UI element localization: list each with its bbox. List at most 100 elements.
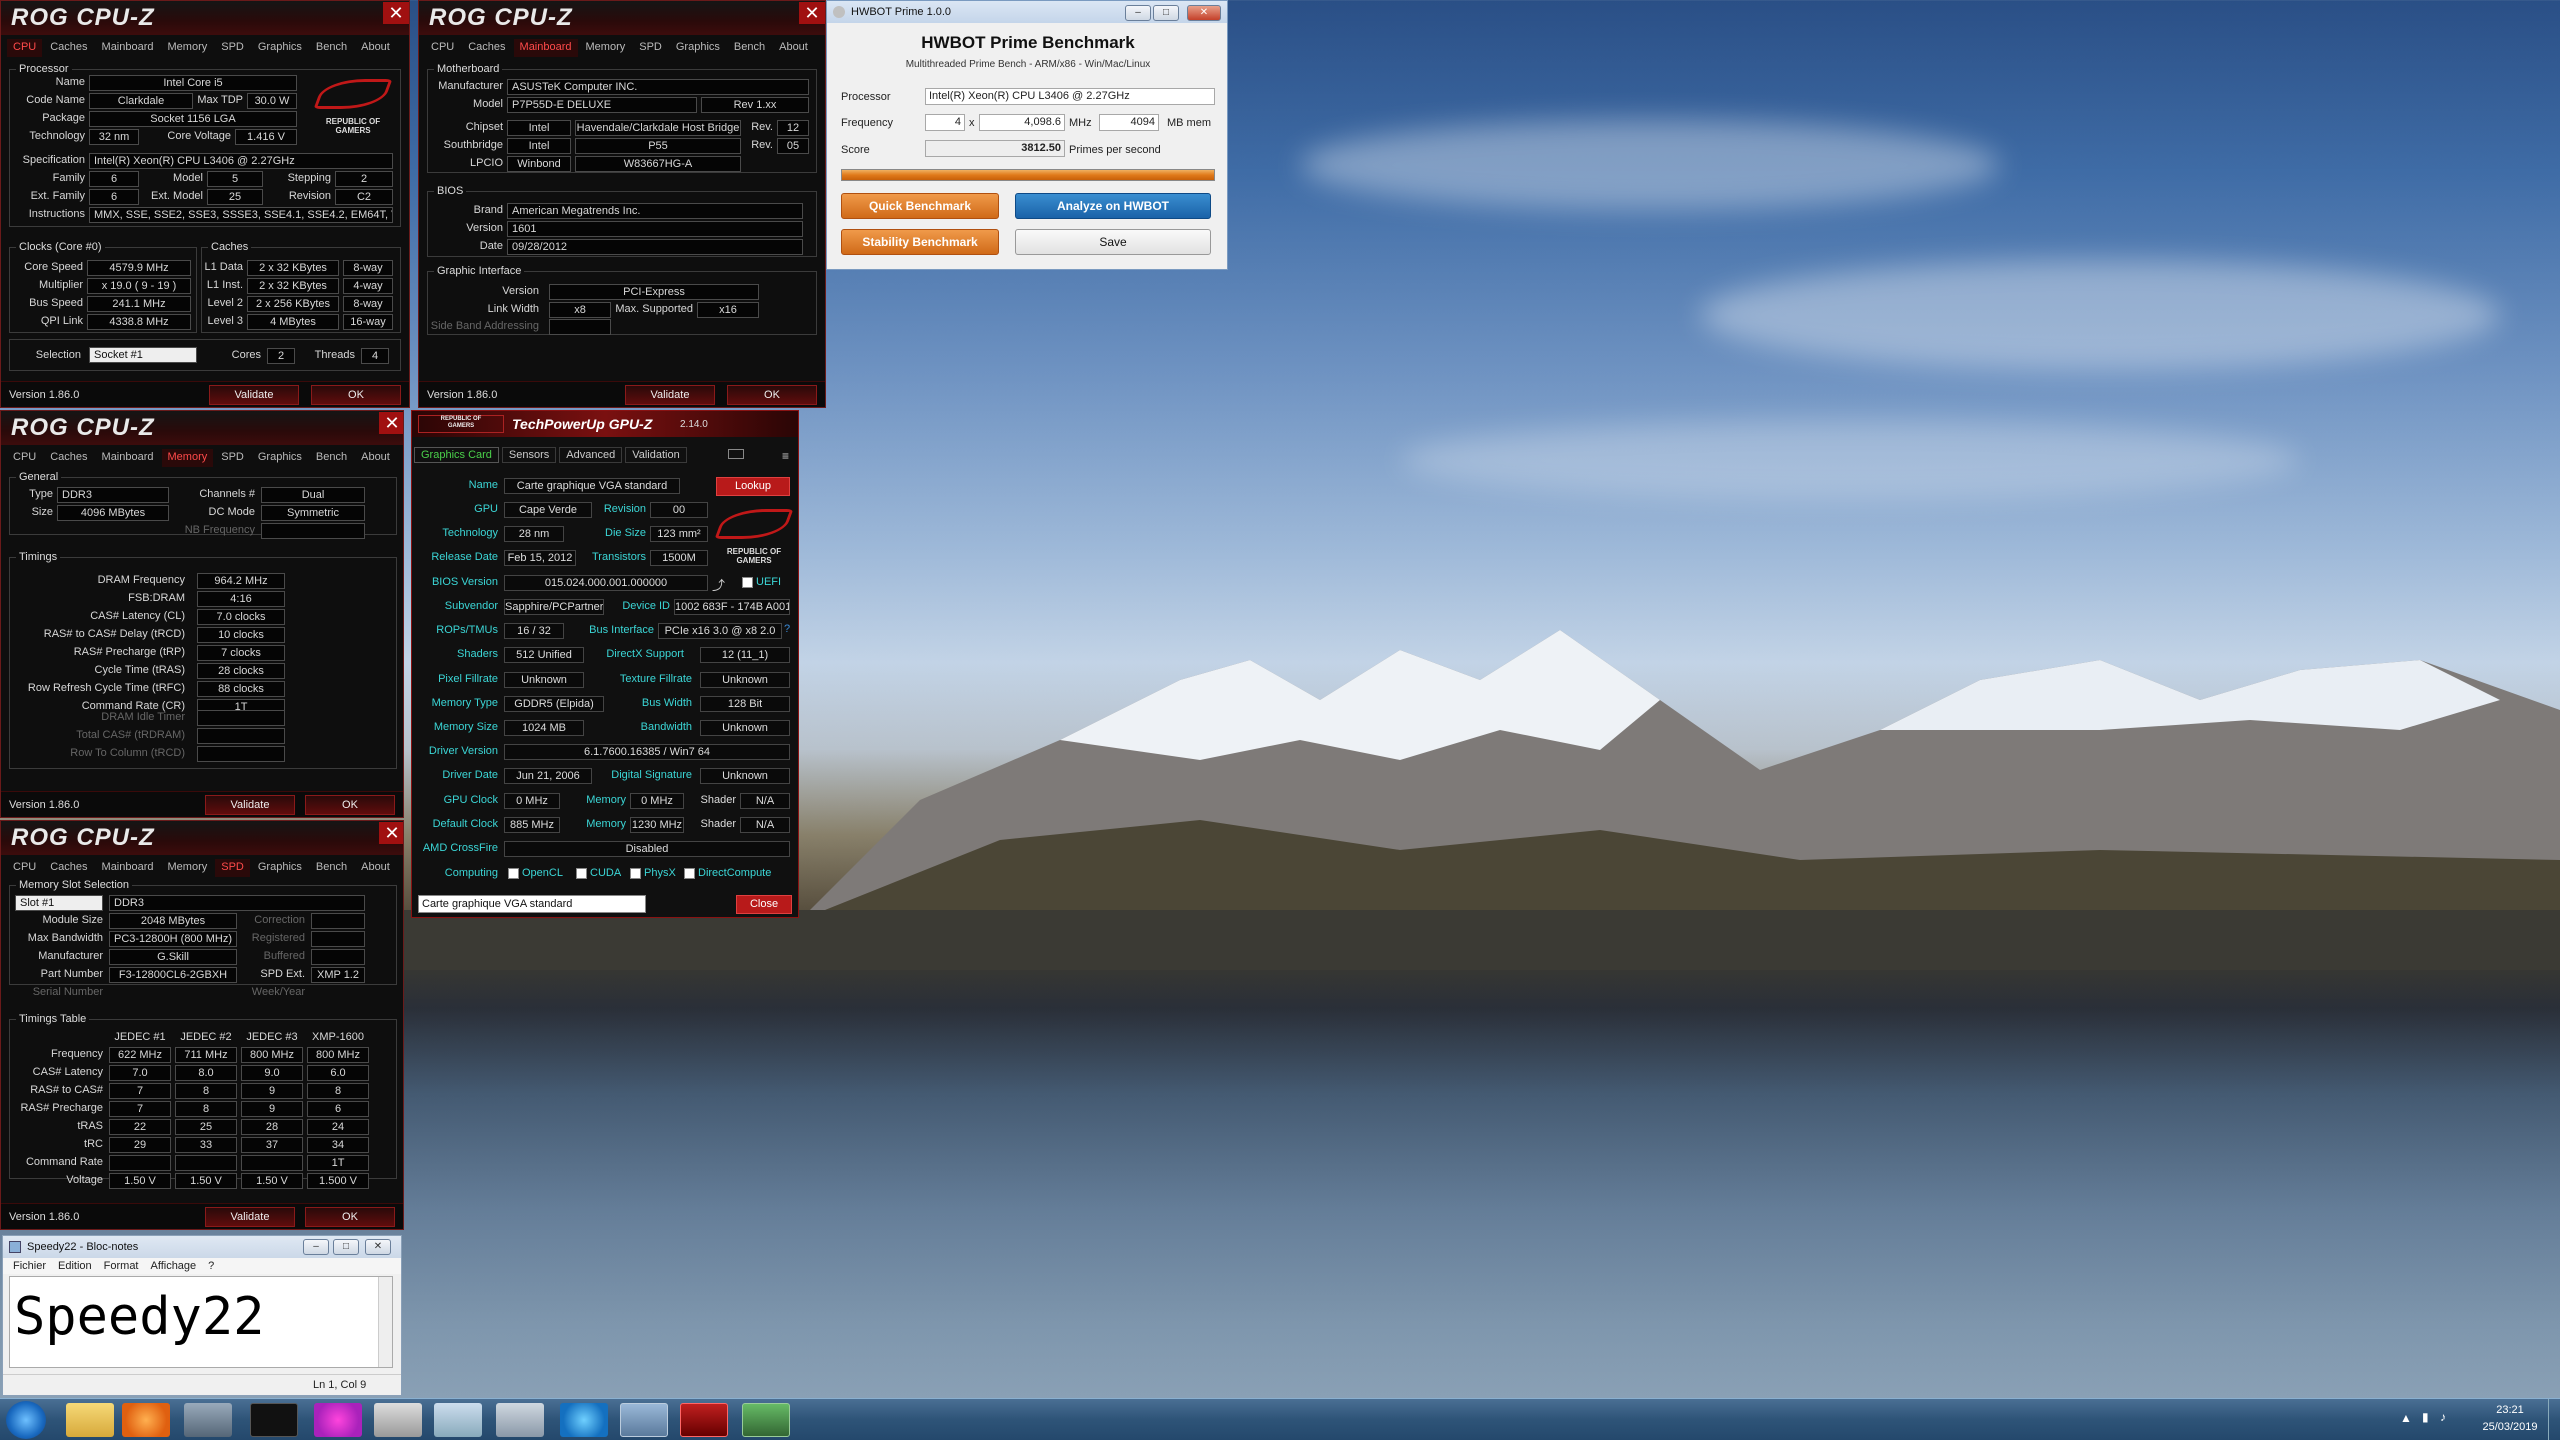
tab-bench[interactable]: Bench bbox=[728, 39, 771, 57]
tab-bench[interactable]: Bench bbox=[310, 859, 353, 877]
internet-explorer-icon[interactable] bbox=[560, 1403, 608, 1437]
tab-graphics[interactable]: Graphics bbox=[252, 859, 308, 877]
network-icon[interactable]: ▮ bbox=[2422, 1410, 2429, 1424]
cpuz-taskbar-icon[interactable] bbox=[680, 1403, 728, 1437]
close-button[interactable]: ✕ bbox=[379, 822, 403, 844]
tab-memory[interactable]: Memory bbox=[162, 859, 214, 877]
directcompute-checkbox[interactable]: DirectCompute bbox=[684, 867, 771, 879]
clock-time[interactable]: 23:21 bbox=[2480, 1404, 2540, 1416]
tab-bench[interactable]: Bench bbox=[310, 449, 353, 467]
device-manager-icon[interactable] bbox=[184, 1403, 232, 1437]
save-button[interactable]: Save bbox=[1015, 229, 1211, 255]
cpuz-window-memory[interactable]: ROG CPU-Z ✕ CPU Caches Mainboard Memory … bbox=[0, 410, 404, 818]
tab-advanced[interactable]: Advanced bbox=[559, 447, 623, 463]
start-button[interactable] bbox=[6, 1401, 46, 1439]
close-button[interactable]: ✕ bbox=[383, 2, 409, 24]
tab-memory[interactable]: Memory bbox=[580, 39, 632, 57]
tab-about[interactable]: About bbox=[355, 449, 396, 467]
tab-cpu[interactable]: CPU bbox=[7, 39, 43, 57]
media-player-icon[interactable] bbox=[122, 1403, 170, 1437]
menu-icon[interactable]: ≡ bbox=[782, 449, 789, 463]
clock-date[interactable]: 25/03/2019 bbox=[2474, 1421, 2546, 1433]
tab-bench[interactable]: Bench bbox=[310, 39, 353, 57]
socket-select[interactable]: Socket #1 bbox=[89, 347, 197, 363]
tab-validation[interactable]: Validation bbox=[625, 447, 687, 463]
explorer-icon[interactable] bbox=[66, 1403, 114, 1437]
ok-button[interactable]: OK bbox=[305, 1207, 395, 1227]
tab-memory[interactable]: Memory bbox=[162, 39, 214, 57]
tab-caches[interactable]: Caches bbox=[44, 449, 93, 467]
uefi-checkbox[interactable]: UEFI bbox=[742, 576, 781, 588]
tab-caches[interactable]: Caches bbox=[462, 39, 511, 57]
show-desktop-button[interactable] bbox=[2548, 1399, 2560, 1440]
snipping-tool-icon[interactable] bbox=[374, 1403, 422, 1437]
opencl-checkbox[interactable]: OpenCL bbox=[508, 867, 563, 879]
tab-graphics[interactable]: Graphics bbox=[252, 39, 308, 57]
gpuz-taskbar-icon[interactable] bbox=[742, 1403, 790, 1437]
tab-spd[interactable]: SPD bbox=[215, 449, 250, 467]
tab-caches[interactable]: Caches bbox=[44, 859, 93, 877]
volume-icon[interactable]: ♪ bbox=[2440, 1410, 2446, 1424]
analyze-hwbot-button[interactable]: Analyze on HWBOT bbox=[1015, 193, 1211, 219]
tab-about[interactable]: About bbox=[355, 859, 396, 877]
vertical-scrollbar[interactable] bbox=[378, 1277, 392, 1367]
minimize-button[interactable]: – bbox=[1125, 5, 1151, 21]
tab-memory[interactable]: Memory bbox=[161, 449, 214, 467]
ok-button[interactable]: OK bbox=[727, 385, 817, 405]
tab-graphics[interactable]: Graphics bbox=[252, 449, 308, 467]
maximize-button[interactable]: □ bbox=[1153, 5, 1179, 21]
share-icon[interactable]: ⤴ bbox=[712, 575, 725, 594]
ok-button[interactable]: OK bbox=[305, 795, 395, 815]
close-button[interactable]: ✕ bbox=[365, 1239, 391, 1255]
slot-select[interactable]: Slot #1 bbox=[15, 895, 103, 911]
camera-icon[interactable] bbox=[728, 449, 744, 459]
tab-mainboard[interactable]: Mainboard bbox=[96, 449, 160, 467]
tab-graphics-card[interactable]: Graphics Card bbox=[414, 447, 499, 463]
cuda-checkbox[interactable]: CUDA bbox=[576, 867, 621, 879]
hwbot-prime-window[interactable]: HWBOT Prime 1.0.0 – □ ✕ HWBOT Prime Benc… bbox=[826, 0, 1228, 270]
tab-about[interactable]: About bbox=[355, 39, 396, 57]
menu-format[interactable]: Format bbox=[104, 1258, 139, 1274]
validate-button[interactable]: Validate bbox=[205, 1207, 295, 1227]
tab-cpu[interactable]: CPU bbox=[7, 449, 42, 467]
hwbot-taskbar-icon[interactable] bbox=[620, 1403, 668, 1437]
close-button[interactable]: Close bbox=[736, 895, 792, 914]
validate-button[interactable]: Validate bbox=[209, 385, 299, 405]
gpu-select-dropdown[interactable]: Carte graphique VGA standard bbox=[418, 895, 646, 913]
tab-mainboard[interactable]: Mainboard bbox=[513, 39, 578, 57]
gpuz-window[interactable]: REPUBLIC OF GAMERS TechPowerUp GPU-Z 2.1… bbox=[411, 410, 799, 918]
notepad-window[interactable]: Speedy22 - Bloc-notes – □ ✕ Fichier Edit… bbox=[2, 1235, 402, 1396]
lookup-button[interactable]: Lookup bbox=[716, 477, 790, 496]
tab-sensors[interactable]: Sensors bbox=[501, 447, 557, 463]
tab-graphics[interactable]: Graphics bbox=[670, 39, 726, 57]
help-icon[interactable]: ? bbox=[784, 623, 790, 635]
ok-button[interactable]: OK bbox=[311, 385, 401, 405]
paint-icon[interactable] bbox=[314, 1403, 362, 1437]
cpuz-window-cpu[interactable]: ROG CPU-Z ✕ CPU Caches Mainboard Memory … bbox=[0, 0, 410, 408]
menu-help[interactable]: ? bbox=[208, 1258, 214, 1274]
tab-spd[interactable]: SPD bbox=[215, 39, 250, 57]
close-button[interactable]: ✕ bbox=[1187, 5, 1221, 21]
tab-about[interactable]: About bbox=[773, 39, 814, 57]
command-prompt-icon[interactable] bbox=[250, 1403, 298, 1437]
tab-spd[interactable]: SPD bbox=[633, 39, 668, 57]
physx-checkbox[interactable]: PhysX bbox=[630, 867, 676, 879]
close-button[interactable]: ✕ bbox=[379, 412, 403, 434]
menu-fichier[interactable]: Fichier bbox=[13, 1258, 46, 1274]
tab-cpu[interactable]: CPU bbox=[425, 39, 460, 57]
minimize-button[interactable]: – bbox=[303, 1239, 329, 1255]
display-icon[interactable] bbox=[434, 1403, 482, 1437]
tab-cpu[interactable]: CPU bbox=[7, 859, 42, 877]
tab-mainboard[interactable]: Mainboard bbox=[96, 39, 160, 57]
close-button[interactable]: ✕ bbox=[799, 2, 825, 24]
maximize-button[interactable]: □ bbox=[333, 1239, 359, 1255]
cpuz-window-spd[interactable]: ROG CPU-Z ✕ CPU Caches Mainboard Memory … bbox=[0, 820, 404, 1230]
cpuz-window-mainboard[interactable]: ROG CPU-Z ✕ CPU Caches Mainboard Memory … bbox=[418, 0, 826, 408]
validate-button[interactable]: Validate bbox=[625, 385, 715, 405]
calculator-icon[interactable] bbox=[496, 1403, 544, 1437]
menu-affichage[interactable]: Affichage bbox=[151, 1258, 197, 1274]
tab-mainboard[interactable]: Mainboard bbox=[96, 859, 160, 877]
validate-button[interactable]: Validate bbox=[205, 795, 295, 815]
stability-benchmark-button[interactable]: Stability Benchmark bbox=[841, 229, 999, 255]
tab-caches[interactable]: Caches bbox=[44, 39, 93, 57]
